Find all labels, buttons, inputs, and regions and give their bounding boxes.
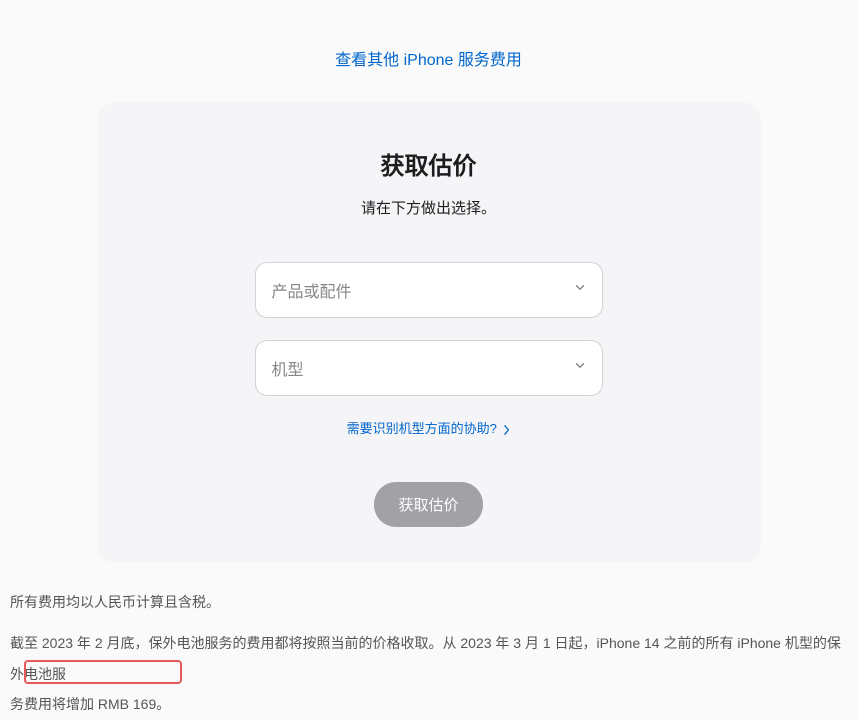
model-select[interactable]: 机型 — [255, 340, 603, 396]
card-title: 获取估价 — [97, 146, 761, 181]
footer-price-change-note: 截至 2023 年 2 月底，保外电池服务的费用都将按照当前的价格收取。从 20… — [10, 628, 847, 720]
help-link-text: 需要识别机型方面的协助? — [347, 421, 497, 436]
footer-tax-note: 所有费用均以人民币计算且含税。 — [10, 563, 847, 618]
card-subtitle: 请在下方做出选择。 — [97, 197, 761, 218]
estimate-card: 获取估价 请在下方做出选择。 产品或配件 机型 需要识别机型方面的协助? — [97, 102, 761, 563]
footer-line2-part2: 务费用将增加 RMB 169。 — [10, 696, 170, 712]
help-link-wrap: 需要识别机型方面的协助? — [97, 418, 761, 438]
product-select-placeholder: 产品或配件 — [272, 278, 352, 302]
other-iphone-fees-link[interactable]: 查看其他 iPhone 服务费用 — [335, 52, 522, 69]
model-select-placeholder: 机型 — [272, 356, 304, 380]
product-select[interactable]: 产品或配件 — [255, 262, 603, 318]
top-service-link: 查看其他 iPhone 服务费用 — [10, 0, 847, 102]
model-select-wrap: 机型 — [255, 340, 603, 396]
get-estimate-button[interactable]: 获取估价 — [374, 482, 482, 527]
footer-line2-part1: 截至 2023 年 2 月底，保外电池服务的费用都将按照当前的价格收取。从 20… — [10, 635, 841, 682]
product-select-wrap: 产品或配件 — [255, 262, 603, 318]
identify-model-help-link[interactable]: 需要识别机型方面的协助? — [347, 421, 511, 436]
